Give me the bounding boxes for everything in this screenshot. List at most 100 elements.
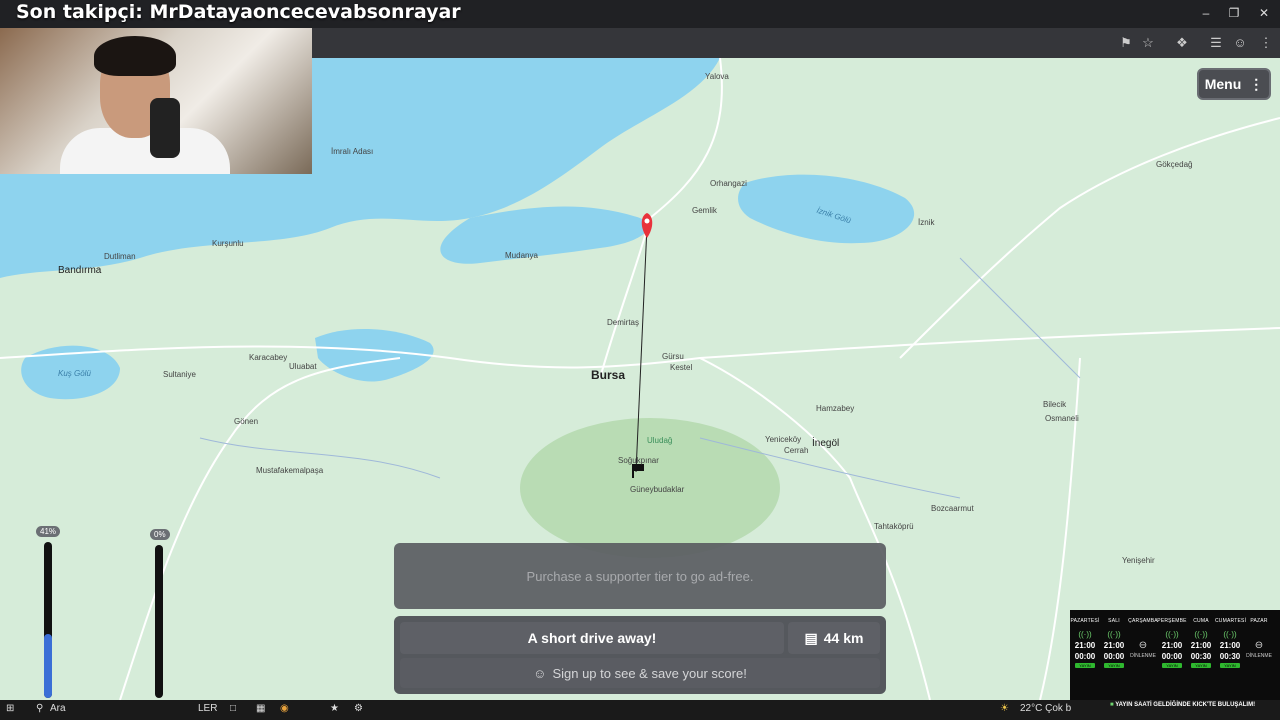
schedule-day-name: PAZAR xyxy=(1250,618,1268,624)
folder-icon[interactable]: □ xyxy=(230,703,236,714)
star-icon[interactable]: ☆ xyxy=(1140,35,1156,51)
town-gursu: Gürsu xyxy=(662,352,684,361)
lake-kus-label: Kuş Gölü xyxy=(58,369,91,378)
town-orhangazi: Orhangazi xyxy=(710,179,747,188)
close-icon[interactable]: ✕ xyxy=(1254,6,1274,20)
town-kursunlu: Kurşunlu xyxy=(212,239,244,248)
schedule-tag: YAYIN xyxy=(1075,663,1095,668)
city-inegol: İnegöl xyxy=(812,438,840,449)
translate-icon[interactable]: ⚑ xyxy=(1118,35,1134,51)
signup-label: Sign up to see & save your score! xyxy=(552,665,747,681)
lake-uluabat xyxy=(315,328,434,382)
schedule-day: ÇARŞAMBA ⊖ DİNLENME xyxy=(1128,610,1158,700)
taskbar: ⊞ ⚲ Ara LER □ ▦ ◉ ★ ⚙ ☀ 22°C Çok b xyxy=(0,700,1280,720)
calendar-icon[interactable]: ▦ xyxy=(256,703,265,714)
city-bursa: Bursa xyxy=(591,368,626,382)
town-karacabey: Karacabey xyxy=(249,353,288,362)
media-icon[interactable]: ☰ xyxy=(1208,35,1224,51)
town-guneybudaklar: Güneybudaklar xyxy=(630,485,685,494)
town-uluabat: Uluabat xyxy=(289,362,317,371)
schedule-day: PAZAR ⊖ DİNLENME xyxy=(1244,610,1274,700)
result-message-text: A short drive away! xyxy=(527,630,657,646)
steam-icon[interactable]: ★ xyxy=(330,703,339,714)
schedule-tag: YAYIN xyxy=(1104,663,1124,668)
schedule-day-name: PERŞEMBE xyxy=(1157,618,1187,624)
town-mudanya: Mudanya xyxy=(505,251,538,260)
webcam-feed xyxy=(0,28,312,174)
schedule-banner: ■ YAYIN SAATİ GELDİĞİNDE KICK'TE BULUŞAL… xyxy=(1110,702,1255,708)
schedule-time-start: 21:00 xyxy=(1219,641,1241,650)
town-hamzabey: Hamzabey xyxy=(816,404,855,413)
town-mustafakemalpasa: Mustafakemalpaşa xyxy=(256,466,324,475)
mountain-uludag: Uludağ xyxy=(647,436,673,445)
town-demirtas: Demirtaş xyxy=(607,318,640,327)
search-icon[interactable]: ⚲ xyxy=(36,703,43,714)
schedule-day-off: DİNLENME xyxy=(1246,653,1272,659)
ad-banner[interactable]: Purchase a supporter tier to go ad-free. xyxy=(394,543,886,609)
weather-icon: ☀ xyxy=(1000,703,1009,714)
schedule-day-name: CUMA xyxy=(1193,618,1209,624)
town-yenisehir: Yenişehir xyxy=(1122,556,1155,565)
town-bilecik: Bilecik xyxy=(1043,400,1067,409)
live-icon: ((·)) xyxy=(1107,630,1121,639)
left-level-fill xyxy=(44,634,52,698)
schedule-day: CUMARTESİ ((·)) 21:00 00:30 YAYIN xyxy=(1215,610,1247,700)
schedule-day-name: SALI xyxy=(1108,618,1120,624)
profile-icon[interactable]: ☺ xyxy=(1232,35,1248,50)
schedule-day-name: PAZARTESİ xyxy=(1070,618,1100,624)
result-distance: ▤ 44 km xyxy=(788,622,880,654)
weather-text[interactable]: 22°C Çok b xyxy=(1020,703,1071,714)
settings-icon[interactable]: ⚙ xyxy=(354,703,363,714)
town-dutliman: Dutliman xyxy=(104,252,136,261)
town-gonu: Gönen xyxy=(234,417,259,426)
search-label[interactable]: Ara xyxy=(50,703,66,714)
schedule-time-start: 21:00 xyxy=(1190,641,1212,650)
live-icon: ((·)) xyxy=(1078,630,1092,639)
schedule-time-end: 00:00 xyxy=(1161,652,1183,661)
town-sultaniye: Sultaniye xyxy=(163,370,196,379)
rest-icon: ⊖ xyxy=(1254,640,1264,651)
schedule-time-end: 00:30 xyxy=(1219,652,1241,661)
schedule-day: CUMA ((·)) 21:00 00:30 YAYIN xyxy=(1186,610,1216,700)
town-tahtakopru: Tahtaköprü xyxy=(874,522,914,531)
town-bozcaarmut: Bozcaarmut xyxy=(931,504,974,513)
schedule-day: PAZARTESİ ((·)) 21:00 00:00 YAYIN xyxy=(1070,610,1100,700)
start-icon[interactable]: ⊞ xyxy=(6,703,14,714)
town-kestel: Kestel xyxy=(670,363,693,372)
schedule-time-start: 21:00 xyxy=(1161,641,1183,650)
user-circle-icon: ☺ xyxy=(533,665,547,681)
extensions-icon[interactable]: ❖ xyxy=(1174,35,1190,51)
schedule-day-off: DİNLENME xyxy=(1130,653,1156,659)
minimize-icon[interactable]: – xyxy=(1196,6,1216,20)
guess-pin[interactable] xyxy=(641,213,653,238)
live-icon: ((·)) xyxy=(1194,630,1208,639)
town-gokcedag: Gökçedağ xyxy=(1156,160,1193,169)
app-label: LER xyxy=(198,703,218,714)
signup-button[interactable]: ☺ Sign up to see & save your score! xyxy=(400,658,880,688)
schedule-tag: YAYIN xyxy=(1220,663,1240,668)
kebab-icon: ⋮ xyxy=(1249,75,1264,92)
town-gedelek: Gemlik xyxy=(692,206,717,215)
schedule-day-name: ÇARŞAMBA xyxy=(1128,618,1158,624)
town-cerrah: Cerrah xyxy=(784,446,809,455)
ad-text: Purchase a supporter tier to go ad-free. xyxy=(526,568,754,584)
right-bar-percent: 0% xyxy=(150,529,170,540)
result-panel: A short drive away! ▤ 44 km ☺ Sign up to… xyxy=(394,616,886,694)
menu-button[interactable]: Menu ⋮ xyxy=(1197,68,1271,100)
restore-icon[interactable]: ❐ xyxy=(1224,6,1244,20)
kebab-icon[interactable]: ⋮ xyxy=(1258,35,1274,51)
chrome-icon[interactable]: ◉ xyxy=(280,703,289,714)
schedule-time-end: 00:30 xyxy=(1190,652,1212,661)
schedule-banner-text: YAYIN SAATİ GELDİĞİNDE KICK'TE BULUŞALIM… xyxy=(1115,702,1256,708)
stream-follower-title: Son takipçi: MrDatayaoncecevabsonrayar xyxy=(16,1,461,23)
distance-value: 44 km xyxy=(823,630,864,646)
result-message: A short drive away! xyxy=(400,622,784,654)
schedule-time-start: 21:00 xyxy=(1103,641,1125,650)
left-bar-percent: 41% xyxy=(36,526,61,537)
island-imrali: İmralı Adası xyxy=(331,147,374,156)
schedule-day: PERŞEMBE ((·)) 21:00 00:00 YAYIN xyxy=(1157,610,1187,700)
city-bandirma: Bandırma xyxy=(58,265,102,276)
rest-icon: ⊖ xyxy=(1138,640,1148,651)
menu-label: Menu xyxy=(1204,76,1242,92)
schedule-day-name: CUMARTESİ xyxy=(1215,618,1247,624)
